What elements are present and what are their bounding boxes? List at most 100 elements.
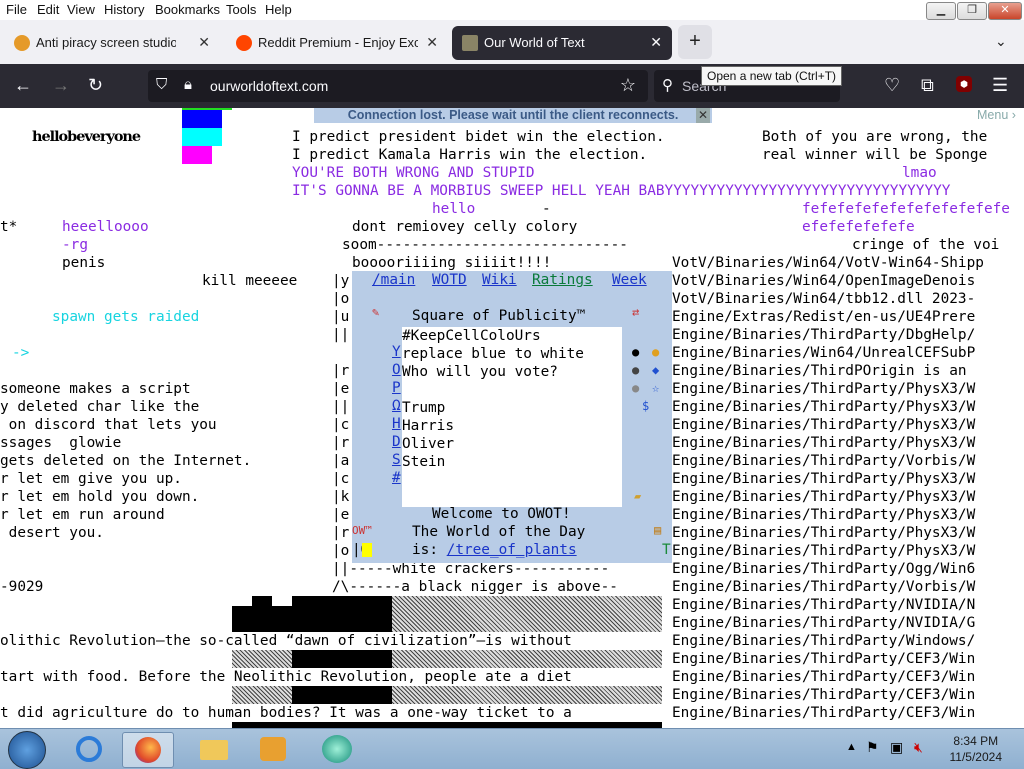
close-banner-button[interactable]: ✕	[696, 108, 710, 123]
firefox-icon[interactable]	[122, 732, 174, 768]
publicity-line: Who will you vote?	[402, 364, 558, 380]
black-block	[252, 596, 272, 606]
publicity-line: Stein	[402, 454, 446, 470]
text-line: |u	[332, 309, 350, 325]
restore-button[interactable]: ❐	[957, 2, 987, 20]
text-line: someone makes a script	[0, 381, 191, 397]
color-block-blue	[182, 110, 222, 128]
text-line: Engine/Binaries/Win64/UnrealCEFSubP	[672, 345, 976, 361]
text-line: Engine/Binaries/ThirdParty/CEF3/Win	[672, 705, 976, 721]
show-hidden-icons[interactable]: ▲	[846, 741, 857, 753]
square-of-publicity-panel: /main WOTD Wiki Ratings Week ✎ Square of…	[352, 271, 672, 563]
left-letter: D	[392, 434, 401, 450]
shield-icon[interactable]: ⛉	[156, 76, 167, 93]
minimize-button[interactable]: ▁	[926, 2, 956, 20]
clock-date: 11/5/2024	[949, 750, 1003, 764]
pocket-icon[interactable]: ♡	[884, 75, 900, 96]
link-wiki[interactable]: Wiki	[482, 272, 517, 288]
list-all-tabs-icon[interactable]: ⌄	[995, 33, 1007, 50]
color-block-cyan	[182, 128, 222, 146]
menu-view[interactable]: View	[67, 2, 95, 17]
left-letter: O	[392, 362, 401, 378]
bullet-icon: ●	[632, 381, 640, 395]
link-wotd[interactable]: WOTD	[432, 272, 467, 288]
left-letter: P	[392, 380, 401, 396]
volume-muted-icon[interactable]: 🔇︎	[914, 739, 923, 756]
text-line: kill meeeee	[202, 273, 298, 289]
publicity-line: Harris	[402, 418, 454, 434]
close-tab-icon[interactable]: ✕	[426, 34, 438, 51]
text-line: |o	[332, 291, 350, 307]
menu-edit[interactable]: Edit	[37, 2, 59, 17]
owot-menu-button[interactable]: Menu ›	[977, 108, 1016, 122]
text-line: on discord that lets you	[0, 417, 217, 433]
menu-history[interactable]: History	[104, 2, 144, 17]
extensions-icon[interactable]: ⧉	[921, 75, 934, 96]
text-line: hello	[432, 201, 476, 217]
text-line: I predict Kamala Harris win the election…	[292, 147, 648, 163]
windows-start-icon[interactable]	[8, 731, 46, 769]
forward-icon[interactable]: →	[52, 75, 70, 96]
lock-icon[interactable]: 🔒︎	[184, 76, 192, 93]
text-line: fefefefefefefefefefefefe	[802, 201, 1010, 217]
menu-file[interactable]: File	[6, 2, 27, 17]
ublock-icon[interactable]: ⬢	[956, 76, 972, 92]
url-bar[interactable]: ⛉ 🔒︎ ourworldoftext.com ☆	[148, 70, 648, 102]
text-line: r let em give you up.	[0, 471, 182, 487]
text-line: Engine/Binaries/ThirdParty/PhysX3/W	[672, 381, 976, 397]
action-center-flag-icon[interactable]: ⚑	[866, 739, 879, 756]
owot-canvas[interactable]: hellobeveryone I predict president bidet …	[0, 108, 1024, 728]
text-line: tart with food. Before the Neolithic Rev…	[0, 669, 572, 685]
tab-reddit-premium[interactable]: Reddit Premium - Enjoy Exclusi ✕	[226, 26, 448, 60]
publicity-line: replace blue to white	[402, 346, 584, 362]
menu-tools[interactable]: Tools	[226, 2, 256, 17]
close-tab-icon[interactable]: ✕	[650, 34, 662, 51]
back-icon[interactable]: ←	[14, 75, 32, 96]
link-week[interactable]: Week	[612, 272, 647, 288]
url-text[interactable]: ourworldoftext.com	[210, 78, 328, 94]
menu-bookmarks[interactable]: Bookmarks	[155, 2, 220, 17]
yellow-block	[362, 543, 372, 557]
bullet-icon: ●	[632, 363, 640, 377]
taskbar: ▲ ⚑ ▣ 🔇︎ 8:34 PM 11/5/2024	[0, 728, 1024, 769]
text-line: |c	[332, 417, 350, 433]
search-icon: ⚲	[662, 77, 673, 94]
text-line: real winner will be Sponge	[762, 147, 988, 163]
text-line: Engine/Binaries/ThirdParty/Ogg/Win6	[672, 561, 976, 577]
hamburger-menu-icon[interactable]: ☰	[992, 75, 1008, 96]
bullet-icon: ●	[632, 345, 640, 359]
tab-anti-piracy[interactable]: Anti piracy screen studio - Scra ✕	[4, 26, 220, 60]
reload-icon[interactable]: ↻	[88, 75, 103, 96]
text-line: Engine/Binaries/ThirdParty/Vorbis/W	[672, 579, 976, 595]
tab-our-world-of-text[interactable]: Our World of Text ✕	[452, 26, 672, 60]
new-tab-button[interactable]: +	[678, 25, 712, 59]
file-explorer-icon[interactable]	[188, 732, 238, 766]
text-line: Engine/Binaries/ThirdParty/DbgHelp/	[672, 327, 976, 343]
clock[interactable]: 8:34 PM 11/5/2024	[950, 733, 1003, 765]
tab-strip: Anti piracy screen studio - Scra ✕ Reddi…	[0, 20, 1024, 64]
app-icon[interactable]	[312, 732, 362, 766]
link-ratings[interactable]: Ratings	[532, 272, 593, 288]
publicity-line: #KeepCellColoUrs	[402, 328, 541, 344]
clock-time: 8:34 PM	[953, 734, 999, 748]
text-line: VotV/Binaries/Win64/tbb12.dll 2023-	[672, 291, 976, 307]
text-line: dont remiovey celly colory	[352, 219, 578, 235]
text-line: gets deleted on the Internet.	[0, 453, 252, 469]
tab-label: Reddit Premium - Enjoy Exclusi	[258, 35, 418, 50]
text-line: /\------a black nigger is above--	[332, 579, 618, 595]
black-block	[292, 596, 392, 606]
link-main[interactable]: /main	[372, 272, 415, 288]
text-line: |r	[332, 525, 350, 541]
wotd-link[interactable]: /tree_of_plants	[447, 542, 577, 558]
text-line: desert you.	[0, 525, 104, 541]
navigation-bar: ← → ↻ ⛉ 🔒︎ ourworldoftext.com ☆ ⚲ Search…	[0, 64, 1024, 108]
text-line: Engine/Binaries/ThirdParty/PhysX3/W	[672, 399, 976, 415]
menu-help[interactable]: Help	[265, 2, 292, 17]
network-icon[interactable]: ▣	[890, 739, 903, 756]
close-tab-icon[interactable]: ✕	[198, 34, 210, 51]
text-line: r let em hold you down.	[0, 489, 200, 505]
internet-explorer-icon[interactable]	[64, 732, 114, 766]
media-player-icon[interactable]	[248, 732, 298, 766]
close-window-button[interactable]: ✕	[988, 2, 1022, 20]
bookmark-star-icon[interactable]: ☆	[620, 75, 636, 96]
